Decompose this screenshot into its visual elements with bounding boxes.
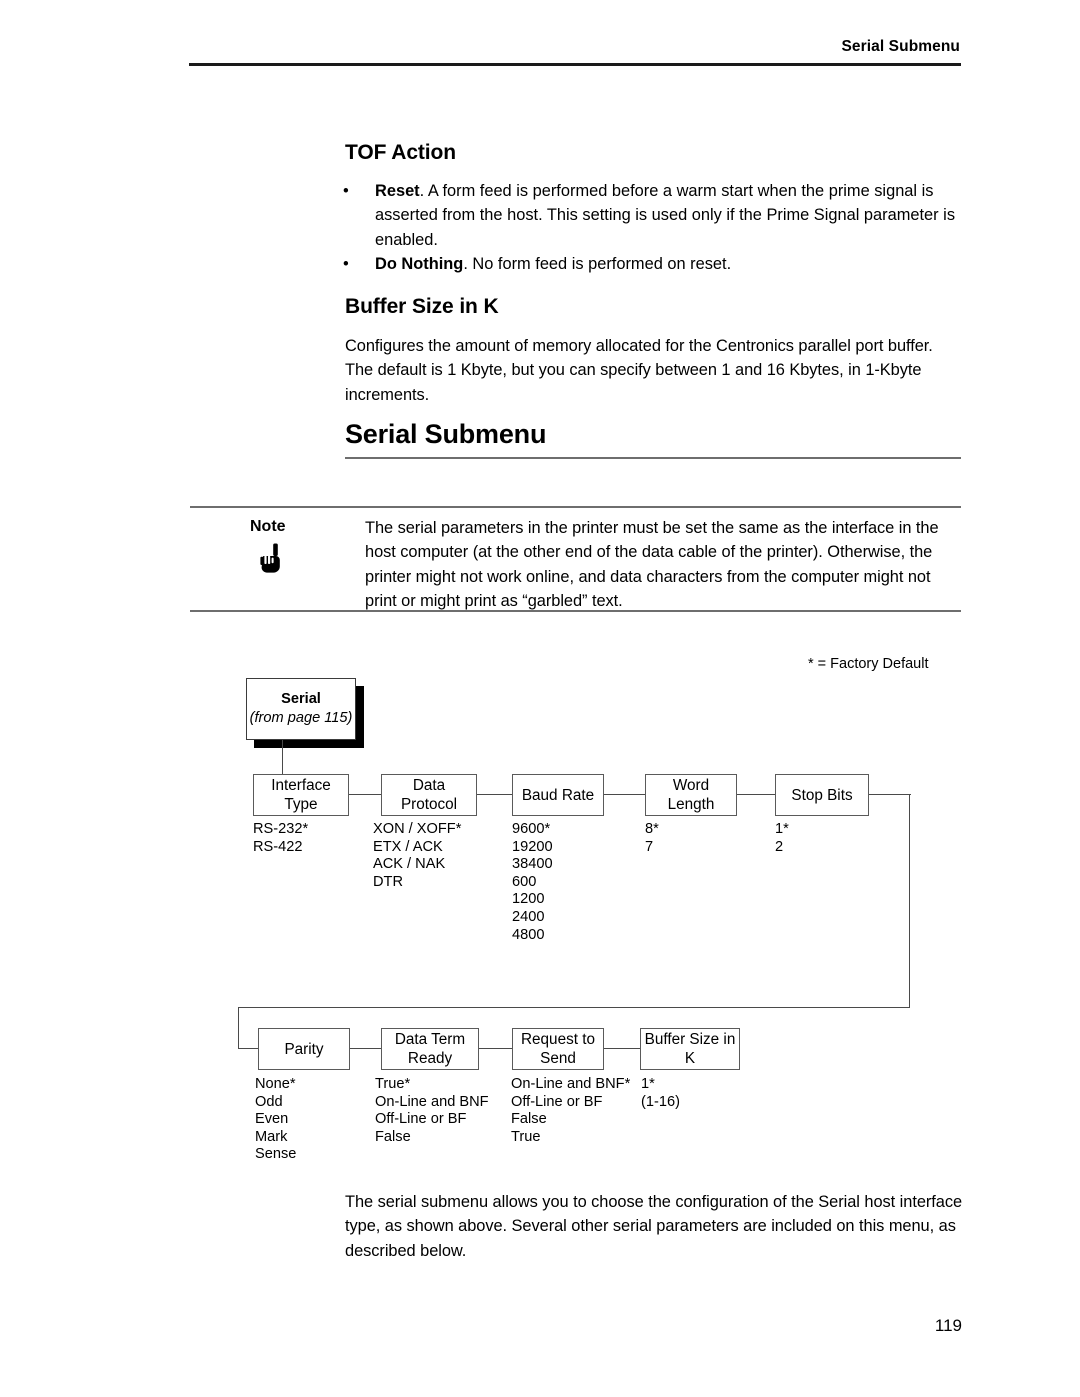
node-line-1: Request to xyxy=(521,1031,595,1048)
option-item: 1* xyxy=(641,1076,655,1092)
option-item: On-Line and BNF* xyxy=(511,1076,631,1092)
node-parity: Parity xyxy=(258,1028,350,1070)
option-item: 38400 xyxy=(512,856,553,873)
root-node-subtitle: (from page 115) xyxy=(249,710,353,726)
node-line-2: K xyxy=(684,1050,696,1067)
page-number: 119 xyxy=(934,1316,962,1335)
options-stop-bits: 1* 2 xyxy=(775,821,789,856)
closing-paragraph: The serial submenu allows you to choose … xyxy=(345,1193,963,1260)
options-request-to-send: On-Line and BNF* Off-Line or BF False Tr… xyxy=(511,1076,630,1146)
node-line-1: Buffer Size in xyxy=(644,1031,736,1048)
options-word-length: 8* 7 xyxy=(645,821,659,856)
node-word-length: Word Length xyxy=(645,774,737,816)
connector-stop-bits-right xyxy=(869,794,911,796)
option-item: ACK / NAK xyxy=(373,856,446,873)
connector-wrap-vertical xyxy=(909,794,911,1008)
option-item: Off-Line or BF xyxy=(375,1111,467,1128)
connector-parity-to-dtr xyxy=(350,1048,381,1050)
node-line-2: Send xyxy=(540,1050,576,1067)
option-item: 19200 xyxy=(512,838,553,855)
node-line-1: Data Term xyxy=(394,1031,466,1048)
options-interface-type: RS-232* RS-422 xyxy=(253,821,308,856)
option-item: 1200 xyxy=(512,891,545,908)
option-item: True xyxy=(511,1128,541,1145)
node-line-1: Stop Bits xyxy=(791,786,853,804)
options-parity: None* Odd Even Mark Sense xyxy=(255,1076,296,1164)
node-line-1: Data xyxy=(412,777,446,794)
node-request-to-send: Request to Send xyxy=(512,1028,604,1070)
option-item: RS-422 xyxy=(253,838,303,855)
option-item: 1* xyxy=(775,821,789,837)
root-node-title: Serial xyxy=(281,691,321,707)
options-baud-rate: 9600* 19200 38400 600 1200 2400 4800 xyxy=(512,821,553,944)
document-page: Serial Submenu TOF Action • Reset. A for… xyxy=(0,0,1080,1397)
option-item: Odd xyxy=(255,1093,283,1110)
connector-baud-to-word xyxy=(604,794,645,796)
option-item: DTR xyxy=(373,873,403,890)
option-item: Sense xyxy=(255,1146,297,1163)
node-line-2: Type xyxy=(284,796,318,813)
option-item: 2400 xyxy=(512,908,545,925)
connector-wrap-horizontal xyxy=(238,1007,910,1009)
node-line-2: Protocol xyxy=(400,796,458,813)
connector-root-to-interface-type xyxy=(282,740,284,774)
connector-into-parity xyxy=(238,1048,258,1050)
option-item: XON / XOFF* xyxy=(373,821,462,837)
option-item: RS-232* xyxy=(253,821,309,837)
option-item: False xyxy=(511,1111,547,1128)
node-line-2: Length xyxy=(667,796,715,813)
root-node-serial: Serial (from page 115) xyxy=(246,678,356,740)
option-item: Mark xyxy=(255,1128,288,1145)
option-item: 4800 xyxy=(512,926,545,943)
connector-interface-to-protocol xyxy=(349,794,381,796)
node-line-1: Interface xyxy=(271,777,331,794)
option-item: 8* xyxy=(645,821,659,837)
connector-protocol-to-baud xyxy=(477,794,512,796)
node-stop-bits: Stop Bits xyxy=(775,774,869,816)
option-item: False xyxy=(375,1128,411,1145)
connector-dtr-to-rts xyxy=(479,1048,512,1050)
connector-wrap-down-to-parity xyxy=(238,1007,240,1049)
option-item: On-Line and BNF xyxy=(375,1093,489,1110)
option-item: 2 xyxy=(775,838,784,855)
option-item: ETX / ACK xyxy=(373,838,443,855)
node-buffer-size-in-k: Buffer Size in K xyxy=(640,1028,740,1070)
option-item: 7 xyxy=(645,838,654,855)
serial-submenu-flow-diagram: * = Factory Default Serial (from page 11… xyxy=(0,0,1080,1397)
node-data-protocol: Data Protocol xyxy=(381,774,477,816)
connector-rts-to-buffer xyxy=(604,1048,640,1050)
options-data-protocol: XON / XOFF* ETX / ACK ACK / NAK DTR xyxy=(373,821,461,891)
option-item: (1-16) xyxy=(641,1093,680,1110)
node-baud-rate: Baud Rate xyxy=(512,774,604,816)
connector-word-to-stop xyxy=(737,794,775,796)
node-line-1: Baud Rate xyxy=(521,786,595,804)
node-line-1: Parity xyxy=(284,1040,324,1058)
option-item: 600 xyxy=(512,873,537,890)
node-line-2: Ready xyxy=(407,1050,453,1067)
option-item: Off-Line or BF xyxy=(511,1093,603,1110)
option-item: 9600* xyxy=(512,821,551,837)
node-line-1: Word xyxy=(672,777,710,794)
node-interface-type: Interface Type xyxy=(253,774,349,816)
option-item: None* xyxy=(255,1076,296,1092)
legend-factory-default: * = Factory Default xyxy=(808,656,929,672)
option-item: Even xyxy=(255,1111,289,1128)
options-buffer-size-in-k: 1* (1-16) xyxy=(641,1076,680,1111)
option-item: True* xyxy=(375,1076,411,1092)
options-data-term-ready: True* On-Line and BNF Off-Line or BF Fal… xyxy=(375,1076,489,1146)
node-data-term-ready: Data Term Ready xyxy=(381,1028,479,1070)
